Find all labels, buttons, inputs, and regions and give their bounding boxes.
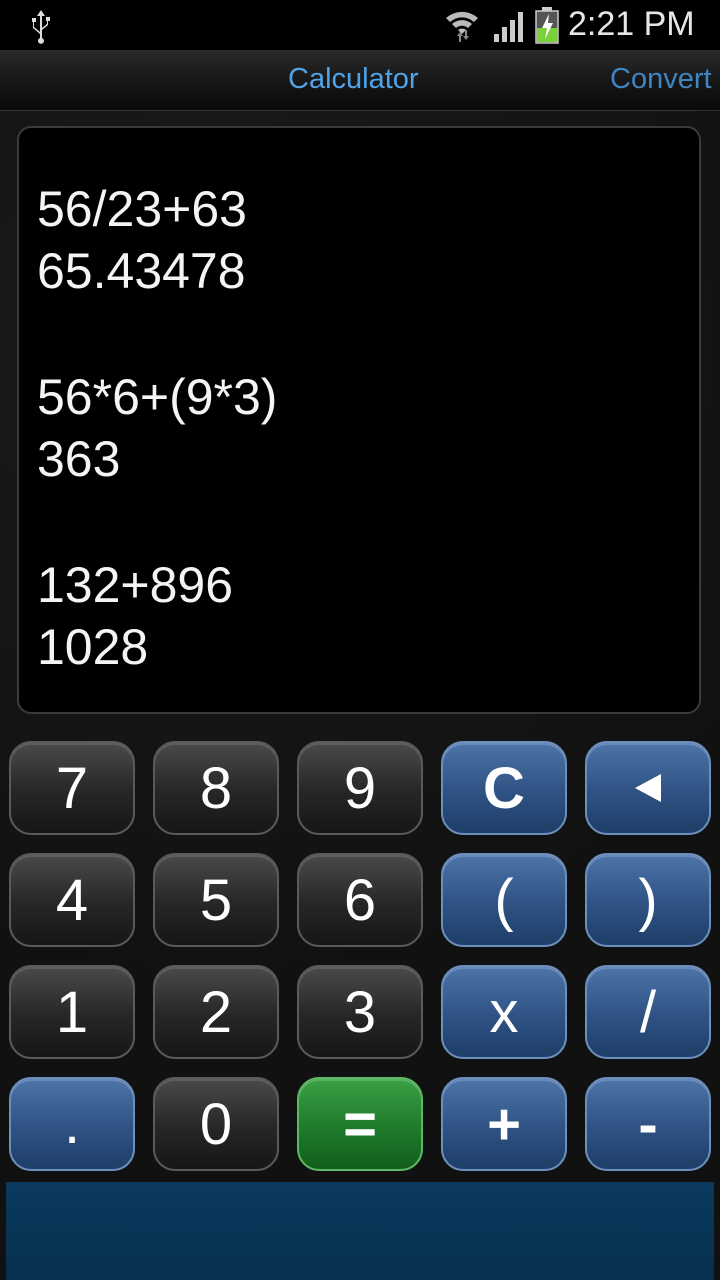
key-0[interactable]: 0 <box>153 1077 279 1171</box>
calculation-display: 56/23+63 65.43478 56*6+(9*3) 363 132+896… <box>17 126 701 714</box>
signal-icon <box>494 12 523 42</box>
wifi-icon <box>446 11 478 42</box>
backspace-button[interactable] <box>585 741 711 835</box>
tab-convert[interactable]: Convert <box>610 63 712 96</box>
decimal-button[interactable]: . <box>9 1077 135 1171</box>
display-result: 363 <box>37 431 121 487</box>
equals-button[interactable]: = <box>297 1077 423 1171</box>
display-expression: 56/23+63 <box>37 181 247 237</box>
multiply-button[interactable]: x <box>441 965 567 1059</box>
key-3[interactable]: 3 <box>297 965 423 1059</box>
battery-charging-icon <box>535 7 559 44</box>
minus-button[interactable]: - <box>585 1077 711 1171</box>
key-8[interactable]: 8 <box>153 741 279 835</box>
divide-button[interactable]: / <box>585 965 711 1059</box>
status-time: 2:21 PM <box>568 5 695 43</box>
tab-calculator[interactable]: Calculator <box>288 63 419 96</box>
key-4[interactable]: 4 <box>9 853 135 947</box>
tab-bar: Calculator Convert <box>0 50 720 111</box>
display-result: 1028 <box>37 619 149 675</box>
open-paren-button[interactable]: ( <box>441 853 567 947</box>
usb-icon <box>32 10 50 44</box>
key-6[interactable]: 6 <box>297 853 423 947</box>
bottom-panel <box>6 1182 714 1280</box>
plus-button[interactable]: + <box>441 1077 567 1171</box>
key-7[interactable]: 7 <box>9 741 135 835</box>
backspace-icon <box>635 774 661 802</box>
display-expression: 56*6+(9*3) <box>37 369 278 425</box>
clear-button[interactable]: C <box>441 741 567 835</box>
close-paren-button[interactable]: ) <box>585 853 711 947</box>
key-5[interactable]: 5 <box>153 853 279 947</box>
key-2[interactable]: 2 <box>153 965 279 1059</box>
key-1[interactable]: 1 <box>9 965 135 1059</box>
status-bar: 2:21 PM <box>0 0 720 50</box>
key-9[interactable]: 9 <box>297 741 423 835</box>
display-expression: 132+896 <box>37 557 234 613</box>
display-result: 65.43478 <box>37 243 246 299</box>
